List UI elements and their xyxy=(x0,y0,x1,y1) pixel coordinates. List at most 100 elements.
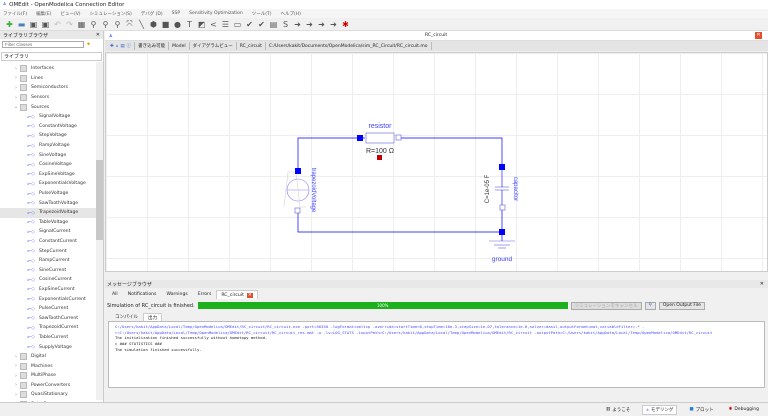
close-icon[interactable]: ✕ xyxy=(760,281,764,287)
tab-all[interactable]: All xyxy=(107,290,123,299)
undo-icon[interactable]: ↶ xyxy=(53,20,62,29)
library-item-sawtoothcurrent[interactable]: ⟜◇ SawToothCurrent xyxy=(0,313,97,323)
new-icon[interactable]: ✚ xyxy=(5,20,14,29)
tab-output[interactable]: 出力 xyxy=(142,313,163,321)
library-item-cosinecurrent[interactable]: ⟜◇ CosineCurrent xyxy=(0,275,97,285)
library-item-exponentialsvoltage[interactable]: ⟜◇ ExponentialsVoltage xyxy=(0,179,97,189)
grid-icon[interactable]: ▦ xyxy=(77,20,86,29)
simulate-icon[interactable]: ➜ xyxy=(293,20,302,29)
menu-help[interactable]: ヘルプ(H) xyxy=(281,11,301,17)
check-icon[interactable]: ✔ xyxy=(245,20,254,29)
library-item-exponentialscurrent[interactable]: ⟜◇ ExponentialsCurrent xyxy=(0,294,97,304)
diagram-canvas[interactable] xyxy=(105,52,768,272)
simulate-debug-icon[interactable]: ➜ xyxy=(305,20,314,29)
library-item-expsinevoltage[interactable]: ⟜◇ ExpSineVoltage xyxy=(0,170,97,180)
library-item-tablecurrent[interactable]: ⟜◇ TableCurrent xyxy=(0,333,97,343)
perspective-modeling[interactable]: ⩓ モデリング xyxy=(642,404,678,415)
open-icon[interactable]: ▬ xyxy=(17,20,26,29)
chevron-right-icon[interactable]: › xyxy=(12,66,20,72)
save-icon[interactable]: ▣ xyxy=(29,20,38,29)
chevron-right-icon[interactable]: › xyxy=(12,75,20,81)
line-icon[interactable]: ╲ xyxy=(137,20,146,29)
chevron-right-icon[interactable]: › xyxy=(12,95,20,101)
library-item-supplyvoltage[interactable]: ⟜◇ SupplyVoltage xyxy=(0,342,97,352)
library-item-powerconverters[interactable]: › PowerConverters xyxy=(0,381,97,391)
library-item-rampcurrent[interactable]: ⟜◇ RampCurrent xyxy=(0,256,97,266)
perspective-debugging[interactable]: ✱ Debugging xyxy=(726,406,762,413)
library-item-stepcurrent[interactable]: ⟜◇ StepCurrent xyxy=(0,246,97,256)
debug-bug-icon[interactable]: ✱ xyxy=(341,20,350,29)
library-item-sinevoltage[interactable]: ⟜◇ SineVoltage xyxy=(0,150,97,160)
zoom-icon[interactable]: ⚲ xyxy=(89,20,98,29)
library-item-sources[interactable]: ⌄ Sources xyxy=(0,102,97,112)
tab-errors[interactable]: Errors xyxy=(193,290,217,299)
info-icon[interactable]: ⓘ xyxy=(127,43,132,49)
polygon-icon[interactable]: ⬢ xyxy=(149,20,158,29)
library-item-trapezoidvoltage[interactable]: ⟜◇ TrapezoidVoltage xyxy=(0,207,97,218)
library-item-sensors[interactable]: › Sensors xyxy=(0,93,97,103)
chevron-down-icon[interactable]: ⌄ xyxy=(12,104,20,110)
close-tab-icon[interactable]: ✕ xyxy=(246,292,253,298)
library-item-sinecurrent[interactable]: ⟜◇ SineCurrent xyxy=(0,265,97,275)
tab-notifications[interactable]: Notifications xyxy=(123,290,162,299)
tab-rc-circuit[interactable]: RC_circuit ✕ xyxy=(216,290,258,299)
library-item-signalvoltage[interactable]: ⟜◇ SignalVoltage xyxy=(0,112,97,122)
view-dropdown[interactable]: ダイアグラムビュー xyxy=(190,42,237,50)
library-item-machines[interactable]: › Machines xyxy=(0,361,97,371)
editor-tab-title[interactable]: RC_circuit xyxy=(425,33,447,38)
library-item-cosinevoltage[interactable]: ⟜◇ CosineVoltage xyxy=(0,160,97,170)
text-icon[interactable]: T xyxy=(185,20,194,29)
filter-options-icon[interactable]: ✦ xyxy=(86,41,91,48)
tab-compile[interactable]: コンパイル xyxy=(110,313,143,321)
check-all-icon[interactable]: ✔ xyxy=(257,20,266,29)
chevron-right-icon[interactable]: › xyxy=(12,354,20,360)
chevron-right-icon[interactable]: › xyxy=(12,382,20,388)
instantiate-icon[interactable]: ▤ xyxy=(269,20,278,29)
fit-icon[interactable]: ⤧ xyxy=(125,19,134,29)
library-item-sawtoothvoltage[interactable]: ⟜◇ SawToothVoltage xyxy=(0,198,97,208)
filter-classes-input[interactable] xyxy=(2,41,84,48)
menu-view[interactable]: ビュー(V) xyxy=(60,11,80,17)
library-item-stepvoltage[interactable]: ⟜◇ StepVoltage xyxy=(0,131,97,141)
simulate-opt-icon[interactable]: ➜ xyxy=(317,20,326,29)
library-item-lines[interactable]: › Lines xyxy=(0,74,97,84)
ellipse-icon[interactable]: ● xyxy=(173,20,182,29)
close-tab-icon[interactable]: ✕ xyxy=(755,32,762,39)
open-output-file-button[interactable]: Open Output File xyxy=(658,301,705,310)
library-item-expsinecurrent[interactable]: ⟜◇ ExpSineCurrent xyxy=(0,285,97,295)
menu-tools[interactable]: ツール(T) xyxy=(252,11,272,17)
diagram-view-icon[interactable]: ⩓ xyxy=(116,43,119,49)
bitmap-icon[interactable]: ◩ xyxy=(197,20,206,29)
library-item-signalcurrent[interactable]: ⟜◇ SignalCurrent xyxy=(0,227,97,237)
chevron-right-icon[interactable]: › xyxy=(12,85,20,91)
cancel-simulation-button[interactable]: シミュレーションをキャンセル xyxy=(570,301,642,310)
connect-icon[interactable]: < xyxy=(209,20,218,29)
rectangle-icon[interactable]: ■ xyxy=(161,20,170,29)
library-item-interfaces[interactable]: › Interfaces xyxy=(0,64,97,74)
save-all-icon[interactable]: ▣ xyxy=(41,20,50,29)
library-item-rampvoltage[interactable]: ⟜◇ RampVoltage xyxy=(0,141,97,151)
zoom-out-icon[interactable]: ⚲ xyxy=(113,20,122,29)
zoom-in-icon[interactable]: ⚲ xyxy=(101,20,110,29)
simulate-fmu-icon[interactable]: ➜ xyxy=(329,20,338,29)
tab-warnings[interactable]: Warnings xyxy=(161,290,192,299)
view-icon[interactable]: ▭ xyxy=(233,20,242,29)
library-scrollbar-thumb[interactable] xyxy=(96,160,103,240)
menu-edit[interactable]: 編集(E) xyxy=(36,11,51,17)
perspective-welcome[interactable]: ▥ ようこそ xyxy=(603,406,633,414)
library-item-pulsecurrent[interactable]: ⟜◇ PulseCurrent xyxy=(0,304,97,314)
library-item-constantcurrent[interactable]: ⟜◇ ConstantCurrent xyxy=(0,237,97,247)
search-icon[interactable]: ⚲ xyxy=(644,301,656,310)
menu-debug[interactable]: デバグ (D) xyxy=(141,11,163,17)
menu-sensitivity[interactable]: Sensitivity Optimization xyxy=(189,11,243,16)
close-icon[interactable]: ✕ xyxy=(96,32,100,38)
library-item-constantvoltage[interactable]: ⟜◇ ConstantVoltage xyxy=(0,122,97,132)
library-item-trapezoidcurrent[interactable]: ⟜◇ TrapezoidCurrent xyxy=(0,323,97,333)
transition-icon[interactable]: ☰ xyxy=(221,20,230,29)
menu-file[interactable]: ファイル(F) xyxy=(3,11,27,17)
chevron-right-icon[interactable]: › xyxy=(12,392,20,398)
chevron-right-icon[interactable]: › xyxy=(12,373,20,379)
menu-ssp[interactable]: SSP xyxy=(172,11,180,16)
library-item-pulsevoltage[interactable]: ⟜◇ PulseVoltage xyxy=(0,189,97,199)
perspective-plot[interactable]: ■ プロット xyxy=(686,406,716,414)
